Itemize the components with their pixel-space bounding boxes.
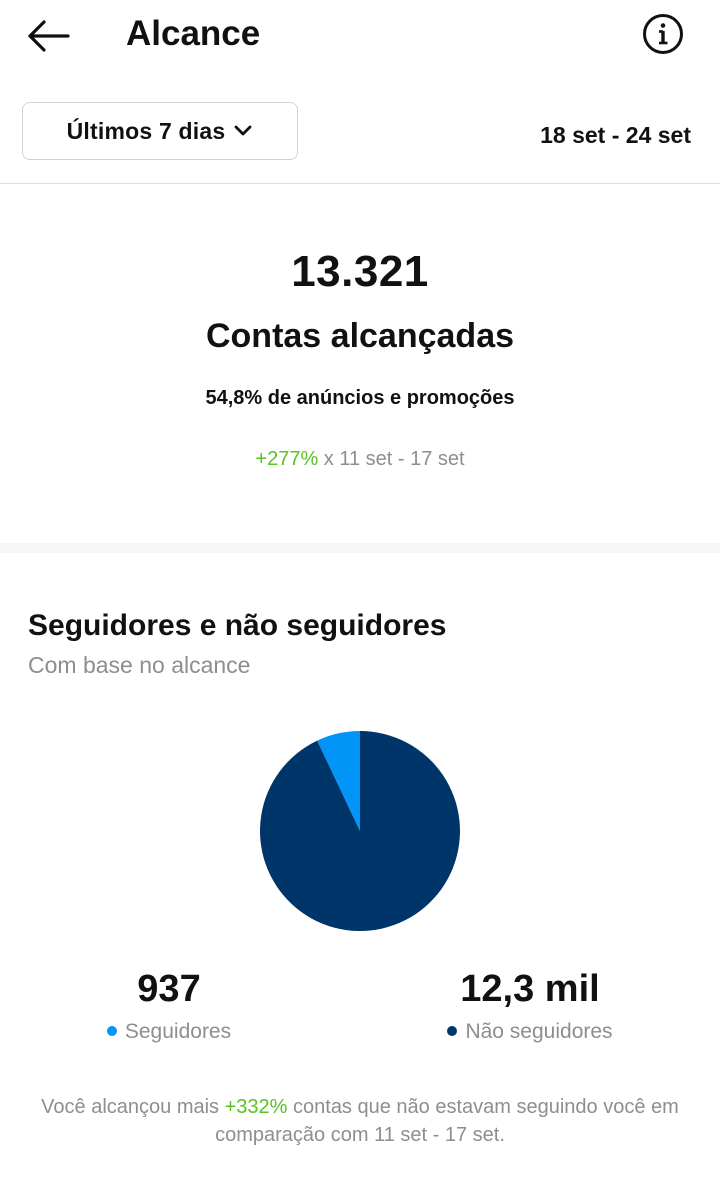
non-followers-label: Não seguidores: [465, 1020, 613, 1043]
top-bar: Alcance: [0, 0, 720, 80]
comparison-period: x 11 set - 17 set: [318, 448, 465, 470]
back-button[interactable]: [24, 14, 74, 58]
date-range-text: 18 set - 24 set: [540, 122, 691, 148]
followers-value: 937: [137, 968, 201, 1010]
followers-stat: 937 Seguidores: [19, 966, 319, 1046]
accounts-reached-label: Contas alcançadas: [205, 317, 515, 355]
non-followers-legend: Não seguidores: [380, 1018, 680, 1046]
ads-percentage-note: 54,8% de anúncios e promoções: [205, 387, 515, 409]
info-circle-icon: [643, 14, 683, 54]
date-range-dropdown[interactable]: Últimos 7 dias: [22, 102, 298, 160]
change-percentage: +277%: [255, 448, 319, 470]
followers-pie-chart: [260, 731, 460, 931]
non-followers-stat: 12,3 mil Não seguidores: [380, 966, 680, 1046]
chevron-down-icon: [234, 125, 252, 136]
divider: [0, 183, 720, 184]
accounts-reached-value: 13.321: [291, 247, 429, 296]
date-range-dropdown-label: Últimos 7 dias: [66, 117, 226, 144]
comparison-note: Você alcançou mais +332% contas que não …: [20, 1093, 700, 1149]
page-title: Alcance: [126, 14, 261, 53]
section-title: Seguidores e não seguidores: [28, 609, 447, 642]
info-button[interactable]: [641, 12, 685, 56]
section-separator: [0, 543, 720, 553]
section-subtitle: Com base no alcance: [28, 652, 251, 678]
comparison-note-prefix: Você alcançou mais: [41, 1096, 225, 1118]
non-followers-value: 12,3 mil: [460, 968, 600, 1010]
comparison-text: +277% x 11 set - 17 set: [0, 444, 720, 474]
comparison-note-highlight: +332%: [224, 1096, 288, 1118]
arrow-left-icon: [28, 20, 70, 52]
non-followers-legend-dot: [447, 1026, 458, 1036]
followers-legend: Seguidores: [19, 1018, 319, 1046]
followers-legend-dot: [106, 1026, 117, 1036]
followers-label: Seguidores: [124, 1020, 232, 1043]
